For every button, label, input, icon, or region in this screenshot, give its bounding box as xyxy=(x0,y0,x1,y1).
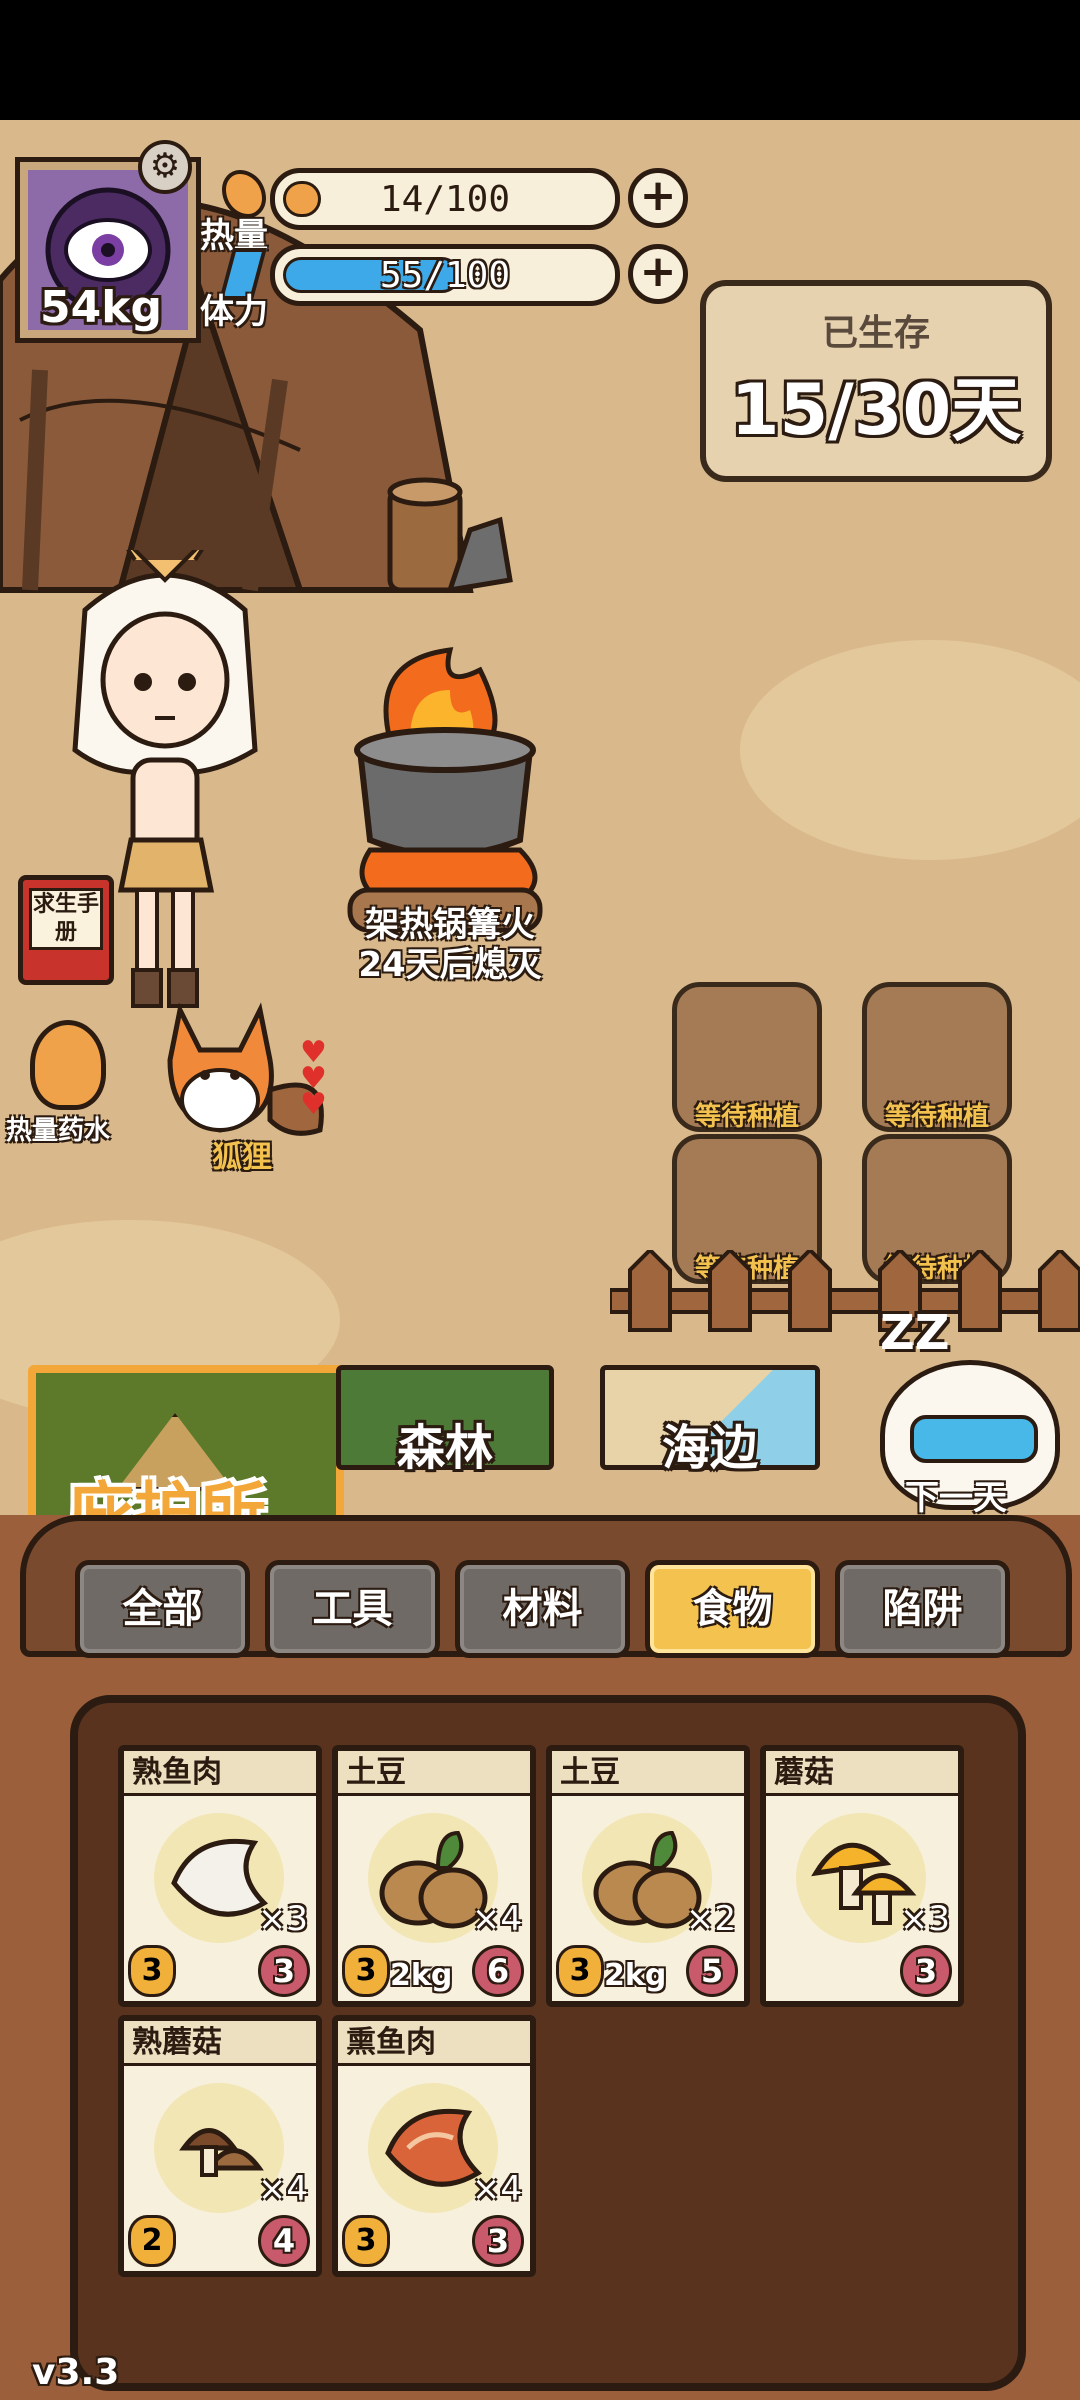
farm-plot-label: 等待种植 xyxy=(884,1102,989,1132)
inventory-item-card[interactable]: 熏鱼肉 ×4 3 3 xyxy=(332,2015,536,2277)
heat-potion-label: 热量药水 xyxy=(6,1116,111,1146)
item-quantity: ×2 xyxy=(685,1899,736,1939)
gear-icon[interactable]: ⚙ xyxy=(138,140,192,194)
item-heat-badge: 3 xyxy=(342,1945,390,1997)
add-stamina-button[interactable]: + xyxy=(628,244,688,304)
tab-traps[interactable]: 陷阱 xyxy=(835,1560,1010,1658)
item-satiety-badge: 3 xyxy=(472,2215,524,2267)
campfire-status: 架热锅篝火 24天后熄灭 xyxy=(300,905,600,985)
item-quantity: ×4 xyxy=(471,1899,522,1939)
sleep-zz-icon: ZZ xyxy=(880,1305,950,1361)
tab-food-label: 食物 xyxy=(692,1586,773,1632)
tab-food[interactable]: 食物 xyxy=(645,1560,820,1658)
item-heat-badge: 3 xyxy=(128,1945,176,1997)
inventory-item-card[interactable]: 熟鱼肉 ×3 3 3 xyxy=(118,1745,322,2007)
item-name: 熏鱼肉 xyxy=(338,2021,530,2066)
wooden-fence-icon xyxy=(610,1250,1080,1332)
location-forest[interactable]: 森林 xyxy=(336,1365,554,1476)
heart-icon: ♥ ♥ ♥ xyxy=(300,1035,327,1122)
ground-patch xyxy=(740,640,1080,860)
tab-materials[interactable]: 材料 xyxy=(455,1560,630,1658)
heat-bar: 14/100 xyxy=(270,168,620,230)
item-weight: 2kg xyxy=(390,1958,453,1993)
inventory-item-card[interactable]: 土豆 ×4 3 2kg 6 xyxy=(332,1745,536,2007)
tab-tools[interactable]: 工具 xyxy=(265,1560,440,1658)
inventory-item-card[interactable]: 熟蘑菇 ×4 2 4 xyxy=(118,2015,322,2277)
farm-plot-label: 等待种植 xyxy=(694,1102,799,1132)
survival-days: 15/30天 xyxy=(730,369,1022,451)
item-weight: 2kg xyxy=(604,1958,667,1993)
heat-value: 14/100 xyxy=(379,179,511,220)
fox-name: 狐狸 xyxy=(212,1140,272,1175)
item-quantity: ×3 xyxy=(899,1899,950,1939)
campfire-name: 架热锅篝火 xyxy=(365,905,535,945)
item-name: 熟鱼肉 xyxy=(124,1751,316,1796)
inventory-item-card[interactable]: 蘑菇 ×3 3 xyxy=(760,1745,964,2007)
item-quantity: ×4 xyxy=(257,2169,308,2209)
next-day-label: 下一天 xyxy=(905,1478,1007,1518)
heat-potion-icon[interactable] xyxy=(30,1020,106,1110)
player-weight: 54kg xyxy=(40,282,162,333)
item-name: 土豆 xyxy=(338,1751,530,1796)
farm-plot[interactable]: 等待种植 xyxy=(672,982,822,1132)
tab-materials-label: 材料 xyxy=(502,1586,583,1632)
stamina-label: 体力 xyxy=(200,292,268,332)
tab-all-label: 全部 xyxy=(122,1586,203,1632)
item-satiety-badge: 6 xyxy=(472,1945,524,1997)
campfire-timer: 24天后熄灭 xyxy=(358,945,542,985)
location-seaside[interactable]: 海边 xyxy=(600,1365,820,1476)
item-satiety-badge: 4 xyxy=(258,2215,310,2267)
item-name: 土豆 xyxy=(552,1751,744,1796)
location-forest-label: 森林 xyxy=(396,1420,493,1476)
item-name: 熟蘑菇 xyxy=(124,2021,316,2066)
item-satiety-badge: 3 xyxy=(258,1945,310,1997)
item-heat-badge: 3 xyxy=(556,1945,604,1997)
version-label: v3.3 xyxy=(32,2352,120,2393)
tab-tools-label: 工具 xyxy=(312,1586,393,1632)
location-seaside-label: 海边 xyxy=(661,1420,758,1476)
survival-manual-label: 求生手册 xyxy=(29,888,103,950)
item-heat-badge: 2 xyxy=(128,2215,176,2267)
item-quantity: ×3 xyxy=(257,1899,308,1939)
item-heat-badge: 3 xyxy=(342,2215,390,2267)
item-satiety-badge: 5 xyxy=(686,1945,738,1997)
campfire-pot-icon[interactable] xyxy=(330,640,560,940)
tab-all[interactable]: 全部 xyxy=(75,1560,250,1658)
add-heat-button[interactable]: + xyxy=(628,168,688,228)
sleep-mask-icon xyxy=(910,1415,1038,1463)
inventory-item-card[interactable]: 土豆 ×2 3 2kg 5 xyxy=(546,1745,750,2007)
stamina-value: 55/100 xyxy=(379,255,511,296)
stamina-bar: 55/100 xyxy=(270,244,620,306)
survival-label: 已生存 xyxy=(821,313,930,354)
item-satiety-badge: 3 xyxy=(900,1945,952,1997)
survival-manual-icon[interactable]: 求生手册 xyxy=(18,875,114,985)
inventory-grid: 熟鱼肉 ×3 3 3 土豆 ×4 3 2kg 6 土豆 ×2 3 2kg 5 蘑… xyxy=(70,1695,1026,2391)
tab-traps-label: 陷阱 xyxy=(882,1586,963,1632)
item-quantity: ×4 xyxy=(471,2169,522,2209)
farm-plot[interactable]: 等待种植 xyxy=(862,982,1012,1132)
item-name: 蘑菇 xyxy=(766,1751,958,1796)
survival-board: 已生存 15/30天 xyxy=(700,280,1052,482)
